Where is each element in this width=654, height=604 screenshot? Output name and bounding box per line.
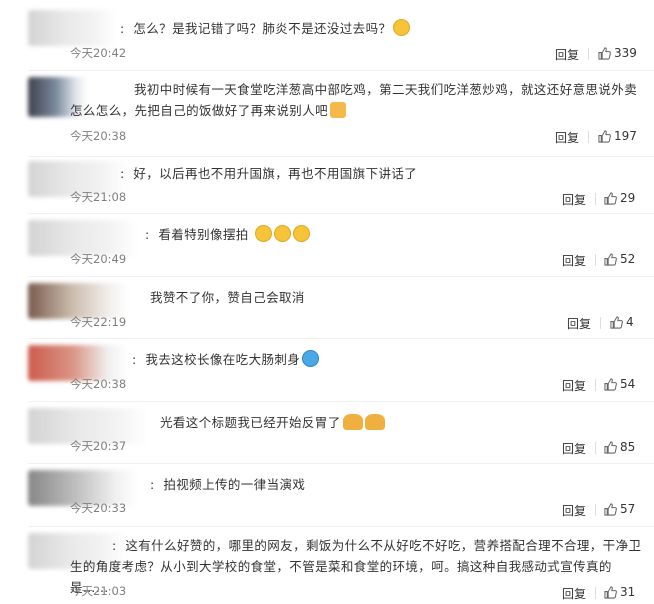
comment-item: : 好，以后再也不用升国旗，再也不用国旗下讲话了 今天21:08 回复 29: [0, 157, 654, 217]
thumbs-up-icon: [598, 46, 611, 60]
separator: [595, 379, 596, 391]
comment-text: : 我去这校长像在吃大肠刺身: [132, 349, 632, 370]
separator: [595, 254, 596, 266]
separator: [595, 442, 596, 454]
separator: [595, 587, 596, 599]
timestamp: 今天20:38: [70, 377, 127, 391]
comment-text: : 看着特别像摆拍: [145, 224, 625, 245]
like-count: 29: [620, 191, 636, 205]
like-button[interactable]: 31: [604, 585, 635, 599]
timestamp: 今天20:37: [70, 439, 127, 453]
reply-button[interactable]: 回复: [562, 252, 586, 269]
shocked-face-icon: [302, 350, 320, 367]
timestamp: 今天21:08: [70, 190, 127, 204]
comment-item: : 拍视频上传的一律当演戏 今天20:33 回复 57: [0, 464, 654, 524]
thinking-face-icon: [393, 19, 411, 36]
laughing-crying-icon: [274, 225, 292, 242]
reply-button[interactable]: 回复: [562, 377, 586, 394]
thumbs-down-icon: [330, 102, 347, 118]
reply-button[interactable]: 回复: [562, 440, 586, 457]
comment-text: 我赞不了你，赞自己会取消: [150, 290, 305, 305]
timestamp: 今天20:49: [70, 252, 127, 266]
comment-text: : 好，以后再也不用升国旗，再也不用国旗下讲话了: [120, 166, 418, 181]
laughing-crying-icon: [293, 225, 311, 242]
comment-item: : 我去这校长像在吃大肠刺身 今天20:38 回复 54: [0, 339, 654, 401]
comment-text: : 这有什么好赞的，哪里的网友，剩饭为什么不从好吃不好吃，营养搭配合理不合理，干…: [70, 538, 642, 595]
laughing-crying-icon: [255, 225, 273, 242]
like-button[interactable]: 339: [598, 46, 637, 60]
thumbs-up-icon: [604, 191, 617, 205]
timestamp: 今天22:19: [70, 315, 127, 329]
praying-hands-icon: [364, 414, 385, 430]
reply-button[interactable]: 回复: [562, 502, 586, 519]
like-count: 85: [620, 440, 636, 454]
like-count: 57: [620, 502, 636, 516]
timestamp: 今天20:38: [70, 129, 127, 143]
like-button[interactable]: 29: [604, 191, 635, 205]
like-count: 52: [620, 252, 636, 266]
thumbs-up-icon: [610, 315, 623, 329]
comment-item: : 看着特别像摆拍 今天20:49 回复 52: [0, 214, 654, 274]
like-count: 339: [614, 46, 637, 60]
thumbs-up-icon: [604, 252, 617, 266]
like-count: 31: [620, 585, 636, 599]
comment-item: 我赞不了你，赞自己会取消 今天22:19 回复 4: [0, 277, 654, 337]
like-button[interactable]: 197: [598, 129, 637, 143]
thumbs-up-icon: [604, 377, 617, 391]
like-button[interactable]: 54: [604, 377, 635, 391]
reply-button[interactable]: 回复: [555, 46, 579, 63]
comment-text: 我初中时候有一天食堂吃洋葱高中部吃鸡，第二天我们吃洋葱炒鸡，就这还好意思说外卖怎…: [70, 82, 638, 118]
reply-button[interactable]: 回复: [567, 315, 591, 332]
timestamp: 今天21:03: [70, 584, 127, 598]
like-count: 4: [626, 315, 634, 329]
thumbs-up-icon: [598, 129, 611, 143]
comment-item: 我初中时候有一天食堂吃洋葱高中部吃鸡，第二天我们吃洋葱炒鸡，就这还好意思说外卖怎…: [0, 71, 654, 159]
separator: [588, 48, 589, 60]
like-count: 197: [614, 129, 637, 143]
comment-text: : 怎么？是我记错了吗？肺炎不是还没过去吗？: [120, 18, 640, 39]
reply-button[interactable]: 回复: [562, 585, 586, 602]
separator: [595, 193, 596, 205]
separator: [600, 317, 601, 329]
comment-item: : 这有什么好赞的，哪里的网友，剩饭为什么不从好吃不好吃，营养搭配合理不合理，干…: [0, 527, 654, 604]
reply-button[interactable]: 回复: [562, 191, 586, 208]
separator: [595, 504, 596, 516]
thumbs-up-icon: [604, 440, 617, 454]
reply-button[interactable]: 回复: [555, 129, 579, 146]
like-button[interactable]: 4: [610, 315, 634, 329]
like-button[interactable]: 57: [604, 502, 635, 516]
timestamp: 今天20:42: [70, 46, 127, 60]
comment-text: : 拍视频上传的一律当演戏: [150, 477, 306, 492]
like-button[interactable]: 85: [604, 440, 635, 454]
thumbs-up-icon: [604, 502, 617, 516]
praying-hands-icon: [342, 414, 363, 430]
avatar[interactable]: [28, 10, 118, 46]
separator: [588, 131, 589, 143]
comment-text: 光看这个标题我已经开始反胃了: [160, 412, 620, 433]
like-count: 54: [620, 377, 636, 391]
timestamp: 今天20:33: [70, 501, 127, 515]
like-button[interactable]: 52: [604, 252, 635, 266]
thumbs-up-icon: [604, 585, 617, 599]
comment-item: : 怎么？是我记错了吗？肺炎不是还没过去吗？ 今天20:42 回复 339: [0, 0, 654, 70]
comment-item: 光看这个标题我已经开始反胃了 今天20:37 回复 85: [0, 402, 654, 462]
